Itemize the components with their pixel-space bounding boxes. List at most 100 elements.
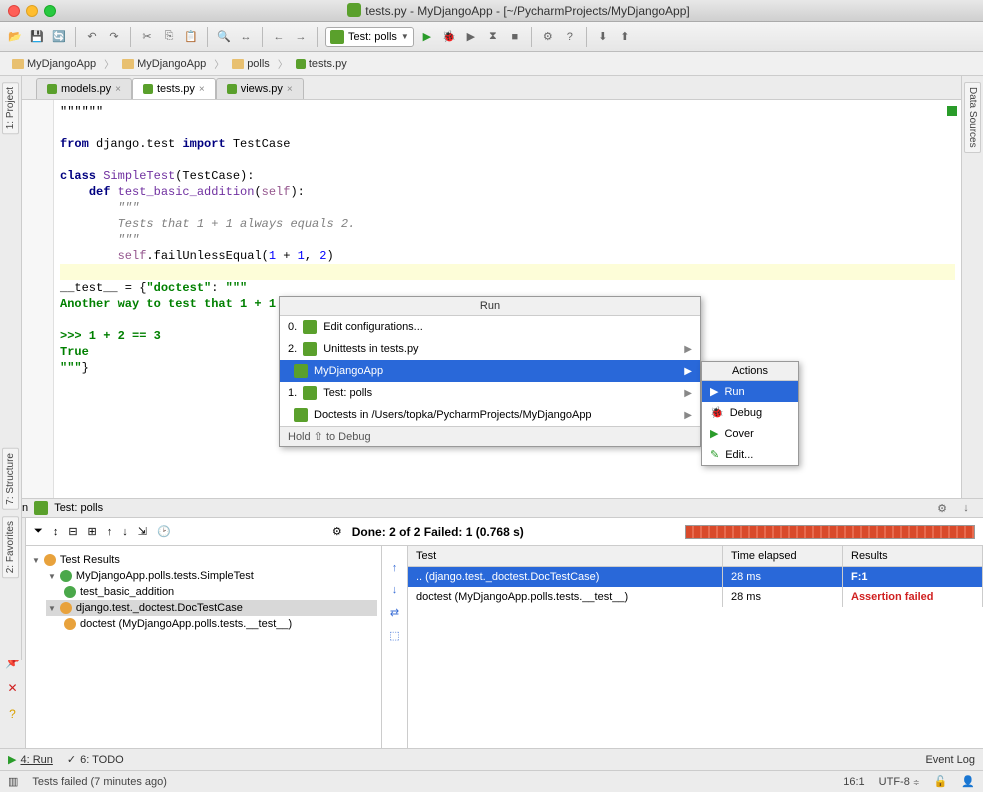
- todo-tab[interactable]: ✓6: TODO: [67, 753, 124, 766]
- up-icon[interactable]: ↑: [392, 562, 398, 574]
- run-icon: ▶: [8, 753, 16, 766]
- next-test-icon[interactable]: ↓: [122, 526, 128, 538]
- tree-toggle-icon[interactable]: ▼: [48, 604, 56, 613]
- open-icon[interactable]: 📂: [6, 28, 24, 46]
- context-menu-item[interactable]: 0.Edit configurations...: [280, 316, 700, 338]
- result-row[interactable]: .. (django.test._doctest.DocTestCase)28 …: [408, 567, 983, 587]
- filter-icon[interactable]: ⏷: [34, 525, 43, 538]
- vcs-update-icon[interactable]: ⬇: [594, 28, 612, 46]
- close-tab-icon[interactable]: ×: [199, 84, 205, 95]
- test-status-icon: [64, 586, 76, 598]
- context-menu-item[interactable]: MyDjangoApp▶: [280, 360, 700, 382]
- close-panel-icon[interactable]: ✕: [5, 680, 21, 696]
- favorites-tool-tab[interactable]: 2: Favorites: [2, 516, 19, 578]
- titlebar: tests.py - MyDjangoApp - [~/PycharmProje…: [0, 0, 983, 22]
- col-test[interactable]: Test: [408, 546, 723, 566]
- export-result-icon[interactable]: ⬚: [389, 629, 399, 642]
- line-col-indicator[interactable]: 16:1: [843, 776, 864, 788]
- chevron-right-icon: ▶: [684, 344, 692, 355]
- context-menu-item[interactable]: 2.Unittests in tests.py▶: [280, 338, 700, 360]
- tool-windows-icon[interactable]: ▥: [8, 775, 18, 788]
- vcs-commit-icon[interactable]: ⬆: [616, 28, 634, 46]
- replace-icon[interactable]: ↔: [237, 28, 255, 46]
- test-tree-row[interactable]: doctest (MyDjangoApp.polls.tests.__test_…: [62, 616, 377, 632]
- test-tree-row[interactable]: ▼MyDjangoApp.polls.tests.SimpleTest: [46, 568, 377, 584]
- close-tab-icon[interactable]: ×: [115, 84, 121, 95]
- collapse-icon[interactable]: ⊟: [68, 525, 77, 538]
- datasources-tool-tab[interactable]: Data Sources: [964, 82, 981, 153]
- project-tool-tab[interactable]: 1: Project: [2, 82, 19, 134]
- expand-icon[interactable]: ⊞: [88, 525, 97, 538]
- lock-icon[interactable]: 🔓: [934, 775, 948, 788]
- copy-icon[interactable]: ⎘: [160, 28, 178, 46]
- structure-tool-tab[interactable]: 7: Structure: [2, 448, 19, 510]
- export-icon[interactable]: ⇲: [138, 525, 147, 538]
- code-analysis-indicator[interactable]: [947, 106, 957, 116]
- sub-menu-item[interactable]: ▶Cover: [702, 423, 798, 444]
- test-tree-row[interactable]: test_basic_addition: [62, 584, 377, 600]
- forward-icon[interactable]: →: [292, 28, 310, 46]
- diff-icon[interactable]: ⇄: [390, 606, 399, 619]
- test-progress-bar: [685, 525, 975, 539]
- tree-toggle-icon[interactable]: ▼: [48, 572, 56, 581]
- save-icon[interactable]: 💾: [28, 28, 46, 46]
- settings-icon[interactable]: ⚙: [539, 28, 557, 46]
- chevron-right-icon: 〉: [278, 56, 288, 71]
- editor-tab[interactable]: views.py×: [216, 78, 304, 99]
- test-tree[interactable]: ▼Test Results▼MyDjangoApp.polls.tests.Si…: [26, 546, 382, 748]
- run-button[interactable]: ▶: [418, 28, 436, 46]
- run-header-config: Test: polls: [54, 502, 103, 514]
- gear-icon[interactable]: ⚙: [332, 525, 342, 538]
- debug-button[interactable]: 🐞: [440, 28, 458, 46]
- coverage-icon[interactable]: ▶: [462, 28, 480, 46]
- minimize-panel-icon[interactable]: ↓: [957, 499, 975, 517]
- dj-icon: [294, 364, 308, 378]
- col-time[interactable]: Time elapsed: [723, 546, 843, 566]
- result-row[interactable]: doctest (MyDjangoApp.polls.tests.__test_…: [408, 587, 983, 607]
- cut-icon[interactable]: ✂: [138, 28, 156, 46]
- redo-icon[interactable]: ↷: [105, 28, 123, 46]
- breadcrumb-item[interactable]: polls: [226, 56, 276, 72]
- test-tree-row[interactable]: ▼django.test._doctest.DocTestCase: [46, 600, 377, 616]
- back-icon[interactable]: ←: [270, 28, 288, 46]
- help-icon[interactable]: ?: [561, 28, 579, 46]
- breadcrumb-item[interactable]: tests.py: [290, 56, 353, 72]
- sub-menu-item[interactable]: ✎Edit...: [702, 444, 798, 465]
- col-result[interactable]: Results: [843, 546, 983, 566]
- breadcrumb-item[interactable]: MyDjangoApp: [116, 56, 212, 72]
- sub-menu-item[interactable]: ▶Run: [702, 381, 798, 402]
- profile-icon[interactable]: ⧗: [484, 28, 502, 46]
- editor-gutter[interactable]: [22, 100, 54, 498]
- close-window-button[interactable]: [8, 5, 20, 17]
- zoom-window-button[interactable]: [44, 5, 56, 17]
- minimize-window-button[interactable]: [26, 5, 38, 17]
- help-panel-icon[interactable]: ?: [5, 706, 21, 722]
- event-log-tab[interactable]: Event Log: [925, 754, 975, 766]
- run-config-label: Test: polls: [348, 31, 397, 43]
- test-tree-row[interactable]: ▼Test Results: [30, 552, 377, 568]
- context-menu-footer: Hold ⇧ to Debug: [280, 426, 700, 446]
- inspector-icon[interactable]: 👤: [961, 775, 975, 788]
- history-icon[interactable]: 🕑: [157, 525, 171, 538]
- context-menu-item[interactable]: Doctests in /Users/topka/PycharmProjects…: [280, 404, 700, 426]
- tree-toggle-icon[interactable]: ▼: [32, 556, 40, 565]
- editor-tab[interactable]: tests.py×: [132, 78, 216, 99]
- find-icon[interactable]: 🔍: [215, 28, 233, 46]
- editor-tab[interactable]: models.py×: [36, 78, 132, 99]
- prev-test-icon[interactable]: ↑: [107, 526, 113, 538]
- breadcrumb-item[interactable]: MyDjangoApp: [6, 56, 102, 72]
- gear-icon[interactable]: ⚙: [933, 499, 951, 517]
- undo-icon[interactable]: ↶: [83, 28, 101, 46]
- run-config-dropdown[interactable]: Test: polls ▼: [325, 27, 414, 47]
- context-menu-item[interactable]: 1.Test: polls▶: [280, 382, 700, 404]
- stop-icon[interactable]: ■: [506, 28, 524, 46]
- run-tab[interactable]: ▶4: Run: [8, 753, 53, 766]
- breadcrumb: MyDjangoApp 〉 MyDjangoApp 〉 polls 〉 test…: [0, 52, 983, 76]
- close-tab-icon[interactable]: ×: [287, 84, 293, 95]
- down-icon[interactable]: ↓: [392, 584, 398, 596]
- sort-icon[interactable]: ↕: [53, 526, 59, 538]
- sub-menu-item[interactable]: 🐞Debug: [702, 402, 798, 423]
- paste-icon[interactable]: 📋: [182, 28, 200, 46]
- encoding-indicator[interactable]: UTF-8 ≑: [879, 776, 920, 788]
- sync-icon[interactable]: 🔄: [50, 28, 68, 46]
